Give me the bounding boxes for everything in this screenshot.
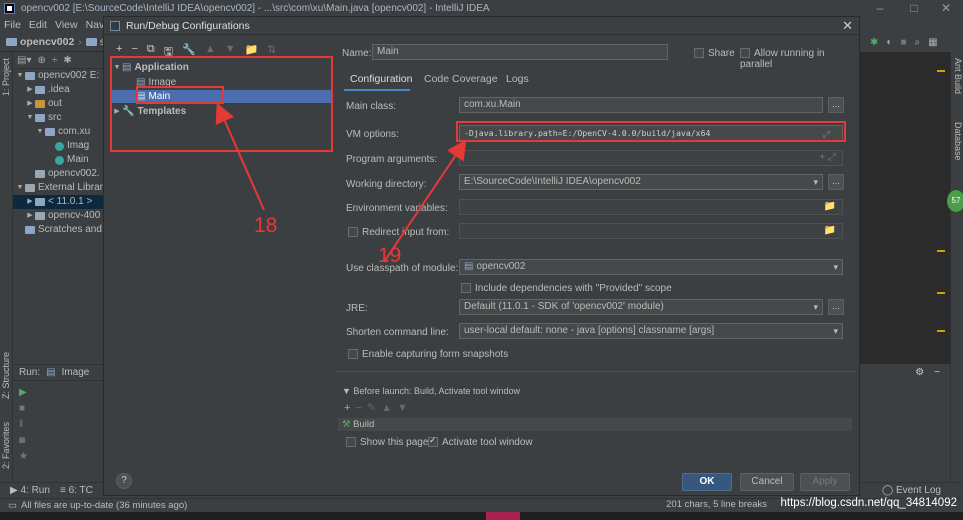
arrow-18 [215, 102, 265, 211]
annotation-arrows [215, 102, 467, 263]
arrow-19 [383, 139, 467, 263]
